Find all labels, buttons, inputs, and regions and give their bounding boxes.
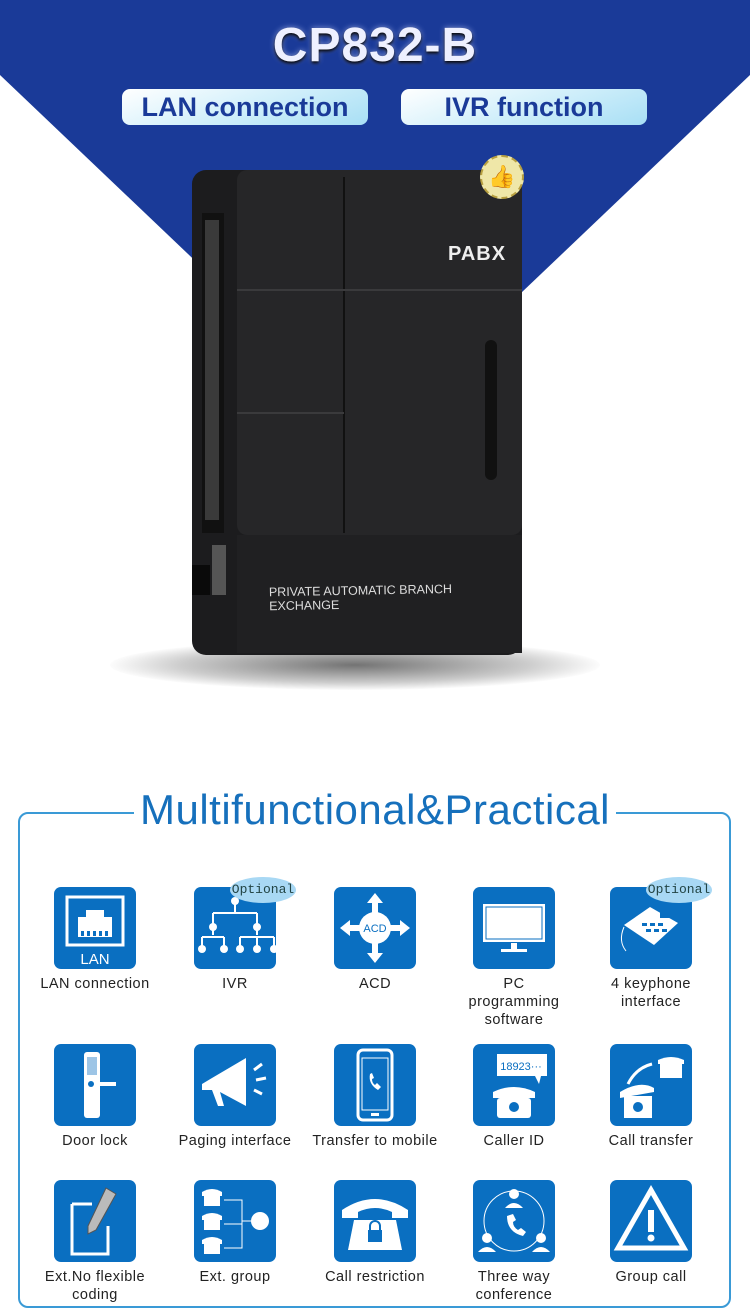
feature-label: Call restriction bbox=[325, 1269, 425, 1285]
ext-group-icon bbox=[194, 1180, 276, 1262]
caller-id-icon: 18923··· bbox=[473, 1044, 555, 1126]
mobile-phone-icon bbox=[334, 1044, 416, 1126]
feature-4-keyphone-interface: Optional 4 keyphone interface bbox=[581, 877, 721, 1011]
feature-label: Three way conference bbox=[475, 1269, 553, 1303]
features-title: Multifunctional&Practical bbox=[0, 786, 750, 834]
feature-paging-interface: Paging interface bbox=[165, 1044, 305, 1150]
feature-group-call: Group call bbox=[581, 1180, 721, 1286]
feature-label: Door lock bbox=[62, 1133, 128, 1149]
optional-badge: Optional bbox=[646, 877, 712, 903]
feature-acd: ACD ACD bbox=[305, 887, 445, 993]
monitor-icon bbox=[473, 887, 555, 969]
feature-label: LAN connection bbox=[40, 976, 150, 992]
feature-call-transfer: Call transfer bbox=[581, 1044, 721, 1150]
warning-triangle-icon bbox=[610, 1180, 692, 1262]
feature-label: PC programming software bbox=[468, 976, 560, 1028]
feature-ext-no-flexible-coding: Ext.No flexible coding bbox=[25, 1180, 165, 1304]
brand-label: PABX bbox=[448, 243, 507, 265]
pabx-device-image: PABX PRIVATE AUTOMATIC BRANCH EXCHANGE 👍 bbox=[192, 155, 524, 660]
feature-label: Ext. group bbox=[199, 1269, 271, 1285]
feature-lan-connection: LAN LAN connection bbox=[25, 887, 165, 993]
feature-transfer-to-mobile: Transfer to mobile bbox=[305, 1044, 445, 1150]
product-title: CP832-B bbox=[272, 19, 478, 72]
optional-badge: Optional bbox=[230, 877, 296, 903]
feature-label: Paging interface bbox=[178, 1133, 292, 1149]
door-lock-icon bbox=[54, 1044, 136, 1126]
lan-connection-pill: LAN connection bbox=[122, 89, 368, 125]
feature-label: Call transfer bbox=[608, 1133, 694, 1149]
icon-text: ACD bbox=[363, 923, 386, 935]
feature-ivr: Optional IVR bbox=[165, 877, 305, 993]
feature-label: Group call bbox=[615, 1269, 687, 1285]
feature-three-way-conference: Three way conference bbox=[444, 1180, 584, 1304]
feature-pc-programming-software: PC programming software bbox=[444, 887, 584, 1029]
feature-label: Transfer to mobile bbox=[312, 1133, 438, 1149]
ivr-function-pill: IVR function bbox=[401, 89, 647, 125]
feature-door-lock: Door lock bbox=[25, 1044, 165, 1150]
feature-ext-group: Ext. group bbox=[165, 1180, 305, 1286]
conference-icon bbox=[473, 1180, 555, 1262]
call-transfer-icon bbox=[610, 1044, 692, 1126]
keyphone-icon: Optional bbox=[610, 877, 712, 969]
acd-arrows-icon: ACD bbox=[334, 887, 416, 969]
device-subtitle: PRIVATE AUTOMATIC BRANCH EXCHANGE bbox=[268, 582, 453, 614]
feature-call-restriction: Call restriction bbox=[305, 1180, 445, 1286]
feature-label: Ext.No flexible coding bbox=[44, 1269, 146, 1303]
icon-text: 18923··· bbox=[500, 1061, 542, 1073]
feature-label: 4 keyphone interface bbox=[611, 976, 691, 1010]
lan-port-icon: LAN bbox=[54, 887, 136, 969]
pencil-edit-icon bbox=[54, 1180, 136, 1262]
thumbs-up-icon: 👍 bbox=[480, 155, 524, 199]
feature-caller-id: 18923··· Caller ID bbox=[444, 1044, 584, 1150]
feature-label: Caller ID bbox=[483, 1133, 545, 1149]
phone-lock-icon bbox=[334, 1180, 416, 1262]
feature-label: ACD bbox=[358, 976, 392, 992]
feature-label: IVR bbox=[222, 976, 248, 992]
megaphone-icon bbox=[194, 1044, 276, 1126]
icon-text: LAN bbox=[80, 951, 109, 968]
ivr-tree-icon: Optional bbox=[194, 877, 296, 969]
